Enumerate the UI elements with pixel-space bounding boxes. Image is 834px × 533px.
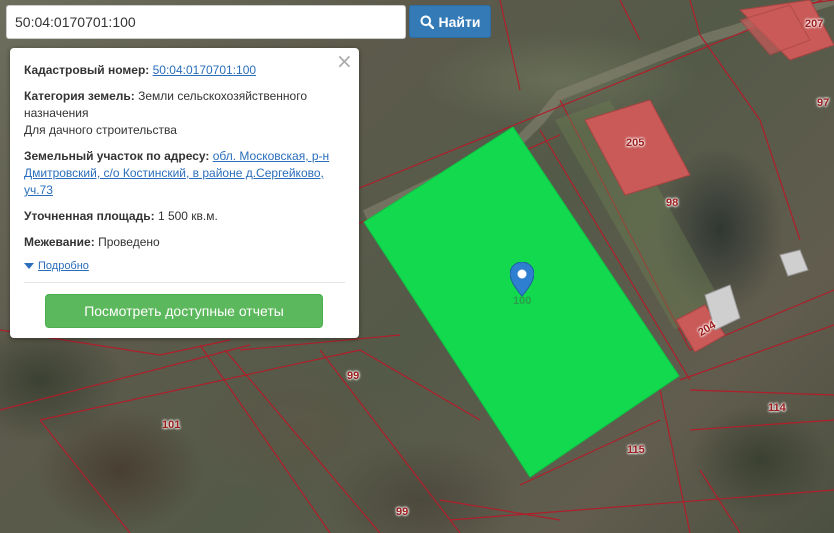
address-label: Земельный участок по адресу:	[24, 149, 210, 163]
parcel-label-101: 101	[162, 419, 181, 431]
land-use-value: Для дачного строительства	[24, 123, 177, 137]
address-link[interactable]: обл. Московская, р-н	[213, 149, 329, 163]
view-reports-button[interactable]: Посмотреть доступные отчеты	[45, 294, 323, 328]
area-value: 1 500 кв.м.	[157, 209, 218, 223]
divider	[24, 282, 345, 283]
cadastral-number-row: Кадастровый номер: 50:04:0170701:100	[24, 62, 345, 79]
address-link-line-3[interactable]: уч.73	[24, 183, 53, 197]
parcel-info-popup: × Кадастровый номер: 50:04:0170701:100 К…	[10, 48, 359, 338]
parcel-label-207: 207	[805, 18, 824, 30]
cadastral-number-label: Кадастровый номер:	[24, 63, 150, 77]
parcel-label-97: 97	[817, 97, 830, 109]
parcel-label-99: 99	[347, 370, 360, 382]
cadastral-number-link[interactable]: 50:04:0170701:100	[153, 63, 256, 77]
search-input[interactable]	[6, 5, 406, 39]
parcel-label-115: 115	[627, 444, 645, 456]
land-category-value: Земли сельскохозяйственного	[138, 89, 308, 103]
caret-down-icon	[24, 263, 34, 269]
land-category-value-cont: назначения	[24, 106, 89, 120]
parcel-label-114: 114	[768, 402, 786, 414]
parcel-label-98: 98	[666, 197, 679, 209]
area-row: Уточненная площадь: 1 500 кв.м.	[24, 208, 345, 225]
survey-row: Межевание: Проведено	[24, 234, 345, 251]
address-row: Земельный участок по адресу: обл. Москов…	[24, 148, 345, 199]
land-category-label: Категория земель:	[24, 89, 135, 103]
area-label: Уточненная площадь:	[24, 209, 155, 223]
survey-value: Проведено	[98, 235, 160, 249]
search-icon	[420, 15, 434, 29]
address-link-line-2[interactable]: Дмитровский, с/о Костинский, в районе д.…	[24, 166, 324, 180]
more-details-label: Подробно	[38, 260, 89, 272]
search-button-label: Найти	[438, 13, 481, 30]
land-category-row: Категория земель: Земли сельскохозяйстве…	[24, 88, 345, 139]
search-button[interactable]: Найти	[409, 5, 491, 38]
close-icon[interactable]: ×	[336, 51, 353, 71]
parcel-label-99-south: 99	[396, 506, 409, 518]
survey-label: Межевание:	[24, 235, 95, 249]
parcel-label-100: 100	[513, 295, 532, 307]
parcel-label-205: 205	[626, 137, 645, 149]
more-details-link[interactable]: Подробно	[24, 260, 345, 272]
